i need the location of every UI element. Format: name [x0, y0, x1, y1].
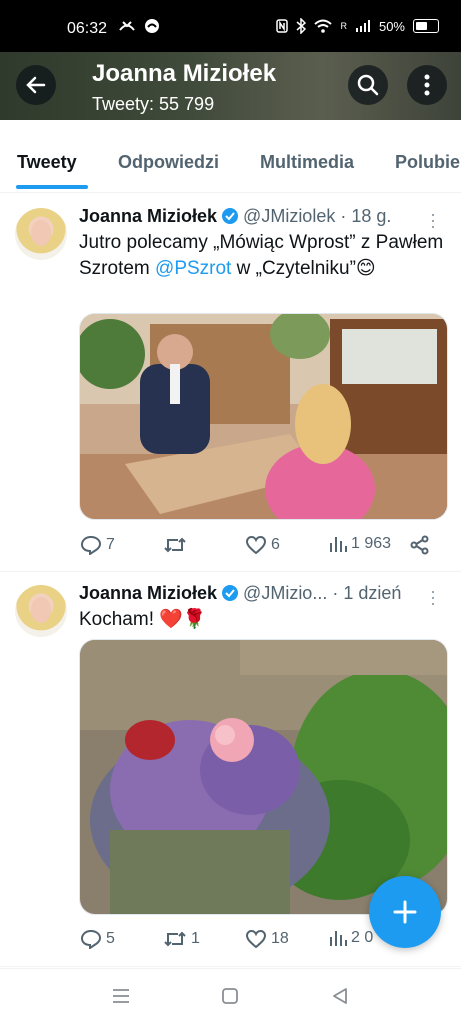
- reply-icon: [80, 929, 102, 949]
- wifi-icon: [314, 19, 333, 33]
- reply-count: 7: [106, 536, 115, 553]
- back-button[interactable]: [16, 65, 56, 105]
- like-button[interactable]: 6: [245, 535, 280, 555]
- more-options-button[interactable]: [407, 65, 447, 105]
- tweet-time[interactable]: · 18 g.: [340, 206, 391, 226]
- avatar[interactable]: [15, 585, 67, 637]
- view-count: 2 0: [351, 929, 374, 946]
- tweet-text: Jutro polecamy „Mówiąc Wprost” z Pawłem …: [79, 232, 444, 279]
- tweet-more-icon[interactable]: · · ·: [423, 205, 443, 235]
- reply-button[interactable]: 5: [80, 929, 115, 949]
- tab-tweets[interactable]: Tweety: [17, 152, 77, 173]
- battery-icon: [413, 19, 439, 33]
- tweet-image[interactable]: [79, 639, 448, 915]
- compose-tweet-button[interactable]: [369, 876, 441, 948]
- retweet-button[interactable]: 1: [163, 929, 200, 949]
- like-count: 18: [271, 930, 289, 947]
- plus-icon: [393, 900, 417, 924]
- mention-link[interactable]: @PSzrot: [155, 258, 231, 279]
- signal-icon: [355, 20, 370, 32]
- profile-name-title: Joanna Miziołek: [92, 60, 277, 87]
- verified-badge-icon: [222, 208, 239, 224]
- tweet-actions: 7 6 1 963: [80, 535, 440, 563]
- retweet-count: 1: [191, 930, 200, 947]
- retweet-button[interactable]: [163, 535, 191, 555]
- search-icon: [357, 74, 379, 96]
- views-button[interactable]: 2 0: [329, 929, 373, 947]
- views-chart-icon: [330, 931, 347, 946]
- reply-count: 5: [106, 930, 115, 947]
- share-button[interactable]: [410, 535, 430, 555]
- heart-icon: [245, 535, 267, 555]
- system-nav-bar: [0, 968, 461, 1025]
- tweet-count: Tweety: 55 799: [92, 94, 215, 114]
- missed-call-icon: [119, 21, 135, 31]
- menu-icon[interactable]: [111, 987, 131, 1005]
- profile-tabs: Tweety Odpowiedzi Multimedia Polubie: [0, 120, 461, 193]
- back-triangle-icon[interactable]: [331, 987, 349, 1005]
- nfc-icon: [276, 19, 289, 33]
- like-count: 6: [271, 536, 280, 553]
- like-button[interactable]: 18: [245, 929, 289, 949]
- lavender-photo: [80, 640, 447, 914]
- views-chart-icon: [330, 537, 347, 552]
- reply-icon: [80, 535, 102, 555]
- home-square-icon[interactable]: [221, 987, 239, 1005]
- tweet-time[interactable]: · 1 dzień: [332, 583, 401, 603]
- bluetooth-icon: [296, 18, 307, 34]
- heart-icon: [245, 929, 267, 949]
- retweet-icon: [164, 537, 186, 553]
- cafe-photo: [80, 314, 447, 519]
- status-bar: 06:32 R 50%: [0, 0, 461, 52]
- status-time: 06:32: [67, 20, 108, 37]
- author-handle[interactable]: @JMizio...: [243, 583, 327, 603]
- profile-header: Joanna Miziołek Tweety: 55 799: [0, 52, 461, 120]
- avatar[interactable]: [15, 208, 67, 260]
- more-vertical-icon: [424, 74, 430, 96]
- network-type: R: [340, 21, 347, 31]
- battery-percent: 50%: [378, 18, 405, 34]
- retweet-icon: [164, 931, 186, 947]
- author-handle[interactable]: @JMiziolek: [243, 206, 335, 226]
- reply-button[interactable]: 7: [80, 535, 115, 555]
- views-button[interactable]: 1 963: [329, 535, 391, 553]
- share-icon: [410, 535, 429, 555]
- tweet[interactable]: Joanna Miziołek @JMiziolek · 18 g. · · · Ju…: [0, 193, 461, 572]
- tweet-image[interactable]: [79, 313, 448, 520]
- search-button[interactable]: [348, 65, 388, 105]
- tweet-text: Kocham! ❤️🌹: [79, 609, 207, 630]
- tab-replies[interactable]: Odpowiedzi: [118, 152, 219, 173]
- tab-media[interactable]: Multimedia: [260, 152, 354, 173]
- author-name[interactable]: Joanna Miziołek: [79, 583, 217, 603]
- tweet-more-icon[interactable]: · · ·: [423, 582, 443, 612]
- tab-likes[interactable]: Polubie: [395, 152, 460, 173]
- active-tab-indicator: [16, 185, 88, 189]
- author-name[interactable]: Joanna Miziołek: [79, 206, 217, 226]
- verified-badge-icon: [222, 585, 239, 601]
- arrow-left-icon: [26, 76, 46, 94]
- view-count: 1 963: [351, 535, 392, 552]
- app-notification-icon: [145, 19, 159, 33]
